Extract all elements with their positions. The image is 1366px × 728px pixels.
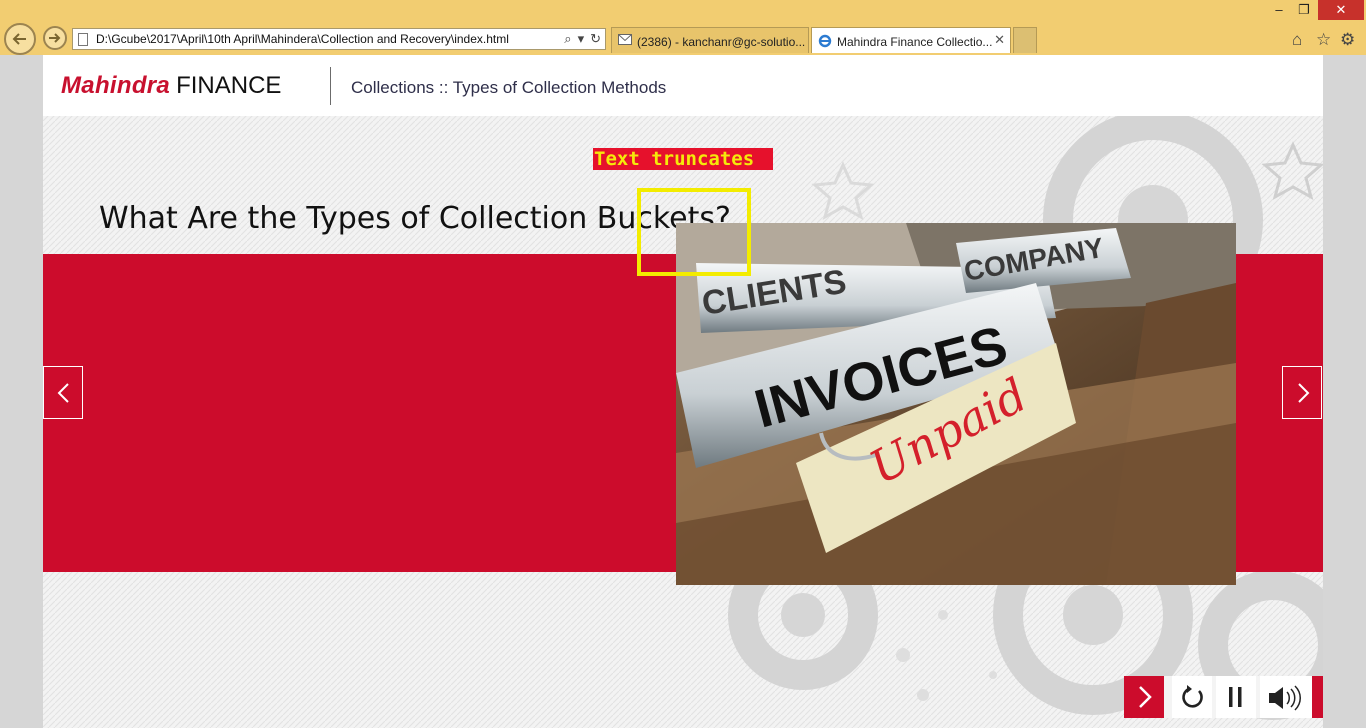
back-arrow-icon [12,33,26,45]
course-page: Mahindra FINANCE Collections :: Types of … [43,55,1323,728]
replay-button[interactable] [1172,676,1212,718]
replay-icon [1182,685,1203,708]
mahindra-finance-logo: Mahindra FINANCE [61,72,282,99]
browser-chrome: D:\Gcube\2017\April\10th April\Mahindera… [0,0,1366,55]
prev-slide-button[interactable] [43,366,83,419]
settings-gear-icon[interactable]: ⚙ [1340,30,1355,50]
home-icon[interactable]: ⌂ [1292,30,1302,50]
ie-icon [818,34,832,48]
chevron-right-icon [1298,383,1310,403]
back-button[interactable] [4,23,36,55]
header-divider [330,67,331,105]
controls-edge [1312,676,1323,718]
close-window-button[interactable]: ✕ [1318,0,1364,20]
annotation-label: Text truncates [593,148,773,170]
restore-button[interactable]: ❐ [1290,0,1318,20]
tab-label: Mahindra Finance Collectio... [837,35,993,49]
breadcrumb: Collections :: Types of Collection Metho… [351,78,667,97]
search-icon[interactable]: ⌕ [564,31,571,46]
audio-icon [1269,685,1301,711]
chevron-left-icon [57,383,69,403]
favorites-star-icon[interactable]: ☆ [1316,30,1331,50]
tab-mahindra-finance[interactable]: Mahindra Finance Collectio... ✕ [811,27,1011,53]
course-header: Mahindra FINANCE Collections :: Types of … [43,55,1323,116]
close-tab-icon[interactable]: ✕ [994,32,1005,48]
address-bar[interactable]: D:\Gcube\2017\April\10th April\Mahindera… [72,28,606,50]
pause-button[interactable] [1216,676,1256,718]
next-icon [1139,686,1152,708]
page-icon [78,33,88,46]
refresh-icon[interactable]: ↻ [590,31,601,46]
annotation-highlight-box [637,188,751,276]
forward-arrow-icon [49,33,61,43]
minimize-button[interactable]: – [1265,0,1293,20]
tab-mail[interactable]: (2386) - kanchanr@gc-solutio... [611,27,809,53]
mail-icon [618,34,632,45]
dropdown-icon[interactable]: ▾ [578,31,585,46]
tab-label: (2386) - kanchanr@gc-solutio... [637,35,806,49]
next-button[interactable] [1124,676,1164,718]
forward-button[interactable] [43,26,67,50]
address-url[interactable]: D:\Gcube\2017\April\10th April\Mahindera… [96,32,509,46]
next-slide-button[interactable] [1282,366,1322,419]
invoices-photo: CLIENTS COMPANY INVOICES Unpaid [676,223,1236,585]
player-controls [1124,676,1323,718]
pause-icon [1229,687,1242,707]
audio-button[interactable] [1260,676,1312,718]
new-tab-button[interactable] [1013,27,1037,53]
